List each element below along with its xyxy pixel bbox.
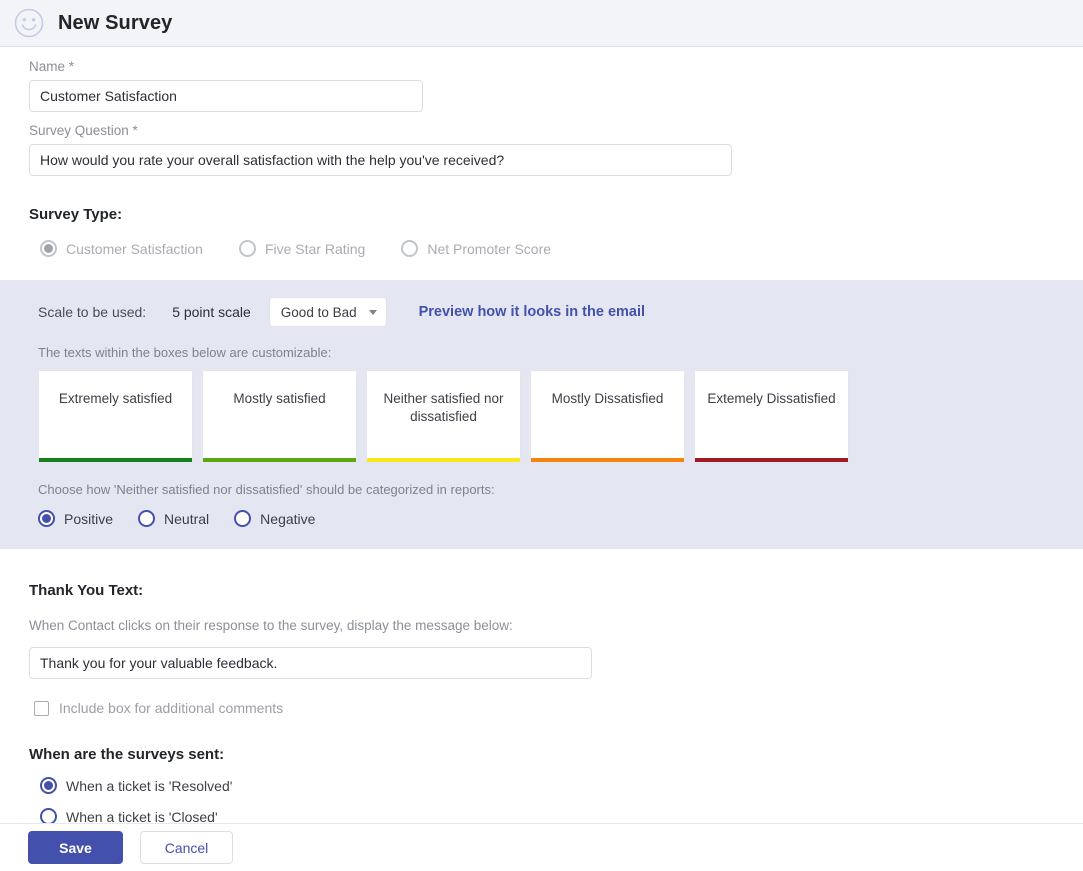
survey-type-option-net-promoter-score[interactable]: Net Promoter Score (401, 240, 551, 257)
preview-email-link[interactable]: Preview how it looks in the email (419, 304, 645, 320)
scale-header-row: Scale to be used: 5 point scale Good to … (38, 297, 1083, 327)
scale-box-text: Mostly Dissatisfied (551, 391, 664, 406)
categorize-radio-group: Positive Neutral Negative (38, 510, 1083, 527)
radio-icon[interactable] (40, 240, 57, 257)
thank-you-section: Thank You Text: When Contact clicks on t… (0, 582, 1083, 716)
scale-box-text: Extremely satisfied (58, 391, 173, 406)
radio-icon[interactable] (138, 510, 156, 527)
thank-you-text-input[interactable] (29, 647, 592, 679)
radio-label: Neutral (164, 510, 210, 527)
survey-question-input[interactable] (29, 144, 732, 176)
categorize-note: Choose how 'Neither satisfied nor dissat… (38, 482, 495, 497)
scale-box-color-bar (695, 458, 848, 462)
radio-icon[interactable] (234, 510, 252, 527)
scale-box[interactable]: Mostly satisfied (202, 370, 357, 462)
customizable-note: The texts within the boxes below are cus… (38, 345, 332, 360)
categorize-option-neutral[interactable]: Neutral (138, 510, 209, 527)
radio-label: Negative (260, 510, 316, 527)
survey-type-title: Survey Type: (29, 206, 123, 223)
radio-icon[interactable] (38, 510, 55, 527)
scale-box-color-bar (367, 458, 520, 462)
radio-label: When a ticket is 'Resolved' (66, 777, 233, 794)
when-sent-radio-group: When a ticket is 'Resolved' When a ticke… (0, 777, 1083, 825)
scale-box[interactable]: Mostly Dissatisfied (530, 370, 685, 462)
scale-box[interactable]: Neither satisfied nor dissatisfied (366, 370, 521, 462)
categorize-option-negative[interactable]: Negative (234, 510, 315, 527)
survey-type-radio-group: Customer Satisfaction Five Star Rating N… (0, 240, 1083, 257)
scale-box-text: Extemely Dissatisfied (707, 391, 836, 406)
checkbox-label: Include box for additional comments (59, 700, 284, 716)
chevron-down-icon (368, 309, 377, 315)
radio-label: Five Star Rating (264, 240, 366, 257)
radio-label: Net Promoter Score (427, 240, 552, 257)
scale-box[interactable]: Extremely satisfied (38, 370, 193, 462)
checkbox-icon[interactable] (34, 700, 49, 716)
save-button[interactable]: Save (28, 831, 123, 864)
radio-label: Customer Satisfaction (66, 240, 203, 257)
when-sent-title: When are the surveys sent: (29, 746, 225, 763)
scale-configuration-panel: Scale to be used: 5 point scale Good to … (0, 280, 1083, 549)
scale-points-label: 5 point scale (172, 304, 251, 320)
page-title: New Survey (58, 11, 173, 34)
survey-type-option-five-star-rating[interactable]: Five Star Rating (238, 240, 366, 257)
radio-icon[interactable] (401, 240, 419, 257)
cancel-button[interactable]: Cancel (140, 831, 233, 864)
scale-box[interactable]: Extemely Dissatisfied (694, 370, 849, 462)
radio-icon[interactable] (238, 240, 256, 257)
name-label: Name * (29, 59, 75, 74)
page-header: New Survey (0, 0, 1083, 47)
scale-order-value: Good to Bad (280, 304, 357, 320)
scale-box-color-bar (39, 458, 192, 462)
radio-icon[interactable] (40, 777, 57, 794)
scale-to-be-used-label: Scale to be used: (38, 304, 147, 320)
when-sent-option-resolved[interactable]: When a ticket is 'Resolved' (40, 777, 1083, 794)
thank-you-title: Thank You Text: (29, 582, 144, 599)
form-footer: Save Cancel (0, 823, 1083, 871)
scale-box-text: Neither satisfied nor dissatisfied (383, 391, 504, 425)
scale-boxes: Extremely satisfied Mostly satisfied Nei… (38, 370, 1083, 462)
survey-question-label: Survey Question * (29, 123, 138, 138)
scale-box-color-bar (203, 458, 356, 462)
radio-label: Positive (64, 510, 114, 527)
scale-box-text: Mostly satisfied (233, 391, 326, 406)
survey-type-option-customer-satisfaction[interactable]: Customer Satisfaction (40, 240, 203, 257)
survey-name-input[interactable] (29, 80, 423, 112)
categorize-option-positive[interactable]: Positive (38, 510, 113, 527)
survey-form: Name * Survey Question * Survey Type: Cu… (0, 48, 1083, 871)
smiley-face-icon (14, 8, 44, 38)
thank-you-help-text: When Contact clicks on their response to… (29, 618, 513, 633)
scale-box-color-bar (531, 458, 684, 462)
additional-comments-checkbox-row[interactable]: Include box for additional comments (0, 700, 1083, 716)
when-sent-section: When are the surveys sent: When a ticket… (0, 746, 1083, 825)
scale-order-select[interactable]: Good to Bad (268, 297, 387, 327)
